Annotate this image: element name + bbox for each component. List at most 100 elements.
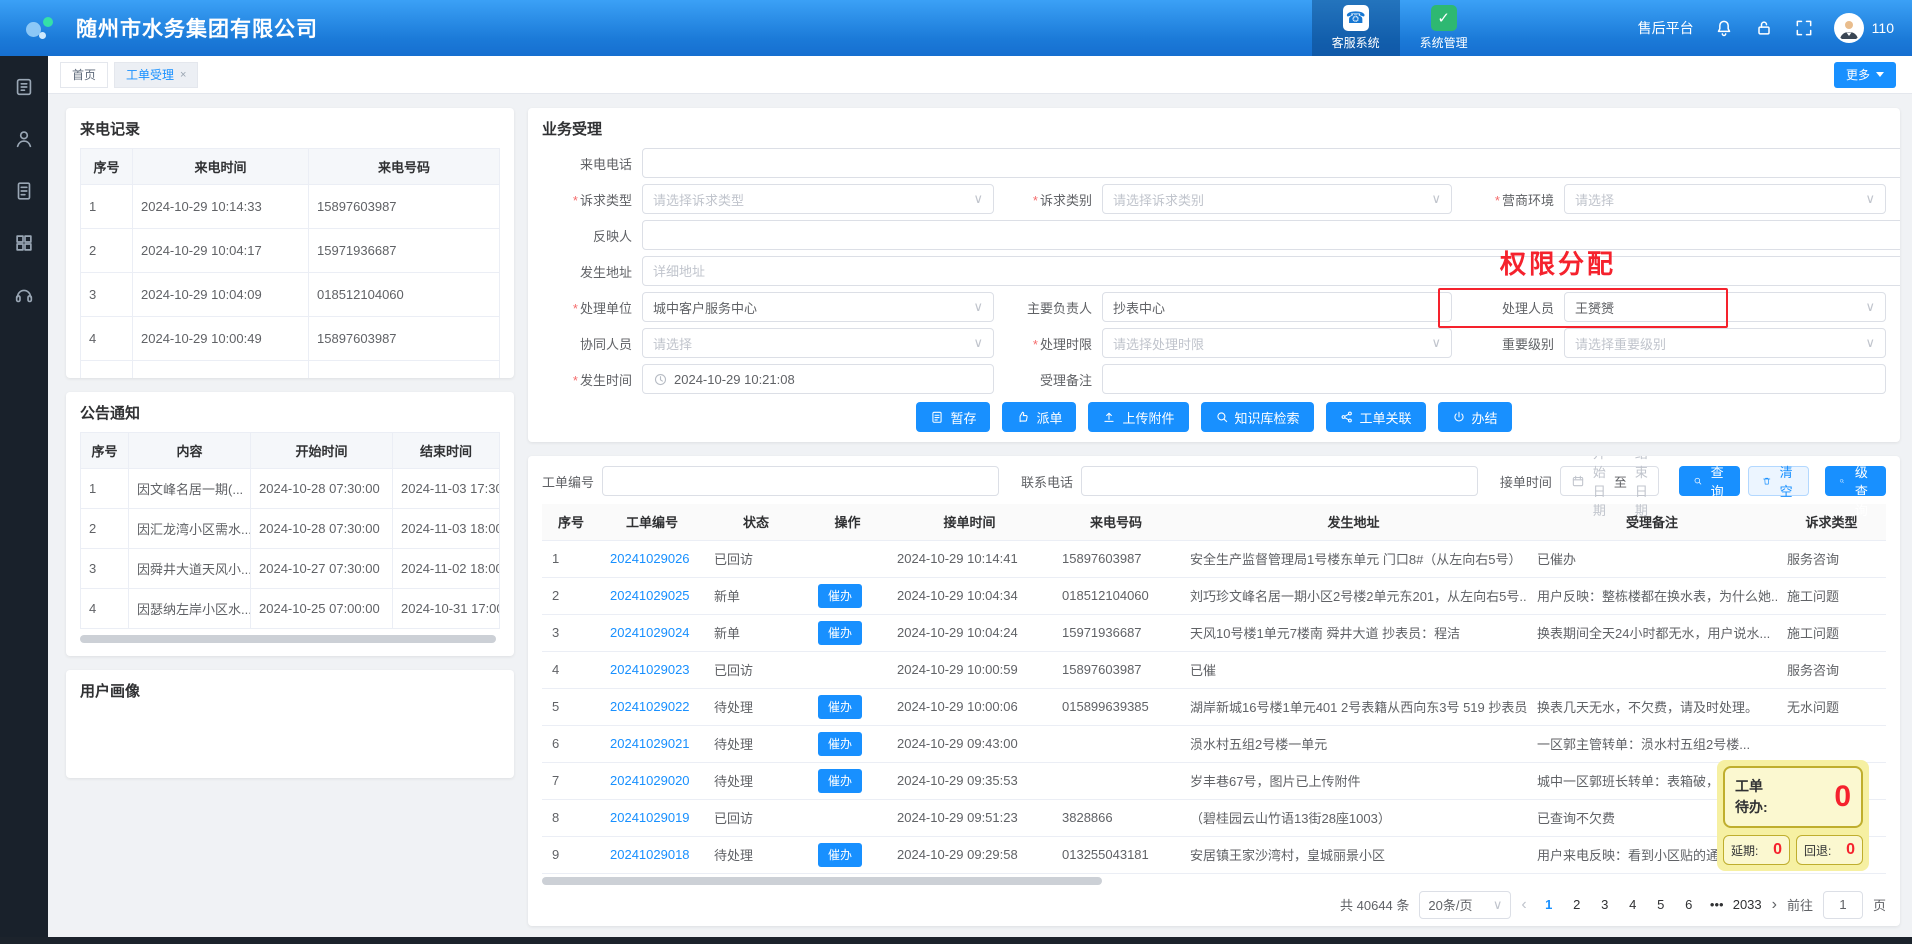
urge-button[interactable]: 催办	[818, 769, 862, 793]
chevron-down-icon: ∨	[1865, 191, 1875, 207]
clear-button[interactable]: 清空	[1748, 466, 1809, 496]
form-action-3-button[interactable]: 上传附件	[1088, 402, 1188, 432]
appeal-type-select[interactable]: 请选择诉求类型∨	[642, 184, 994, 214]
field-label: 受理备注	[994, 370, 1102, 389]
page-number[interactable]: 6	[1677, 897, 1701, 912]
fullscreen-icon[interactable]	[1794, 18, 1814, 38]
lock-icon[interactable]	[1754, 18, 1774, 38]
address-input[interactable]	[642, 256, 1900, 286]
page-number[interactable]: 2033	[1733, 897, 1762, 912]
handler-select[interactable]: 王赟赟∨	[1564, 292, 1886, 322]
page-number[interactable]: 4	[1621, 897, 1645, 912]
app-tile-customer-service[interactable]: ☎ 客服系统	[1312, 0, 1400, 56]
report-icon[interactable]	[13, 76, 35, 98]
date-range-picker[interactable]: 开始日期 至 结束日期	[1560, 466, 1659, 496]
order-no-cell: 20241029019	[600, 799, 704, 836]
call-record-row[interactable]: 22024-10-29 10:04:1715971936687	[81, 229, 500, 273]
urge-button[interactable]: 催办	[818, 732, 862, 756]
time-limit-select[interactable]: 请选择处理时限∨	[1102, 328, 1452, 358]
handle-unit-select[interactable]: 城中客户服务中心∨	[642, 292, 994, 322]
phone-search-input[interactable]	[1081, 466, 1478, 496]
page-number[interactable]: 3	[1593, 897, 1617, 912]
call-record-row[interactable]: 52024-10-29 09:59:50015899639385	[81, 361, 500, 379]
order-no-search-input[interactable]	[602, 466, 999, 496]
announcement-row[interactable]: 4因瑟纳左岸小区水...2024-10-25 07:00:002024-10-3…	[81, 589, 500, 629]
urge-button[interactable]: 催办	[818, 584, 862, 608]
co-worker-select[interactable]: 请选择∨	[642, 328, 994, 358]
appeal-type-cell: 服务咨询	[1777, 651, 1886, 688]
order-no-link[interactable]: 20241029022	[610, 699, 690, 714]
bell-icon[interactable]	[1714, 18, 1734, 38]
todo-count-box[interactable]: 工单待办: 0	[1723, 766, 1863, 828]
page-number[interactable]: •••	[1705, 897, 1729, 912]
field-label: *发生时间	[542, 370, 642, 389]
tab-home[interactable]: 首页	[60, 62, 108, 88]
form-action-4-button[interactable]: 知识库检索	[1201, 402, 1314, 432]
page-unit: 页	[1873, 895, 1886, 914]
order-no-link[interactable]: 20241029025	[610, 588, 690, 603]
headset-icon[interactable]	[13, 284, 35, 306]
chevron-down-icon: ∨	[1493, 897, 1503, 913]
order-no-link[interactable]: 20241029021	[610, 736, 690, 751]
return-count-box[interactable]: 回退: 0	[1796, 835, 1863, 865]
required-star: *	[1033, 193, 1038, 208]
order-no-link[interactable]: 20241029026	[610, 551, 690, 566]
next-page-arrow[interactable]: ›	[1772, 896, 1777, 914]
column-header: 操作	[808, 504, 887, 540]
order-no-link[interactable]: 20241029023	[610, 662, 690, 677]
aftersales-platform-link[interactable]: 售后平台	[1638, 18, 1694, 38]
document-icon[interactable]	[13, 180, 35, 202]
order-no-cell: 20241029024	[600, 614, 704, 651]
cell: 2024-10-25 07:00:00	[251, 589, 393, 629]
grid-icon[interactable]	[13, 232, 35, 254]
announcement-row[interactable]: 2因汇龙湾小区需水...2024-10-28 07:30:002024-11-0…	[81, 509, 500, 549]
call-record-row[interactable]: 12024-10-29 10:14:3315897603987	[81, 185, 500, 229]
call-record-row[interactable]: 32024-10-29 10:04:09018512104060	[81, 273, 500, 317]
remark-input[interactable]	[1102, 364, 1886, 394]
urge-button[interactable]: 催办	[818, 621, 862, 645]
more-button[interactable]: 更多	[1834, 62, 1896, 88]
business-env-select[interactable]: 请选择∨	[1564, 184, 1886, 214]
cell: 2024-10-29 10:14:33	[133, 185, 309, 229]
form-action-6-button[interactable]: 办结	[1438, 402, 1512, 432]
page-number[interactable]: 2	[1565, 897, 1589, 912]
reporter-input[interactable]	[642, 220, 1900, 250]
status-cell: 已回访	[704, 651, 808, 688]
page-number[interactable]: 5	[1649, 897, 1673, 912]
occur-time-picker[interactable]: 2024-10-29 10:21:08	[642, 364, 994, 394]
call-record-row[interactable]: 42024-10-29 10:00:4915897603987	[81, 317, 500, 361]
seq-cell: 6	[542, 725, 600, 762]
announcement-row[interactable]: 3因舜井大道天风小...2024-10-27 07:30:002024-11-0…	[81, 549, 500, 589]
chief-input[interactable]: 抄表中心	[1102, 292, 1452, 322]
app-switcher: ☎ 客服系统 ✓ 系统管理	[1312, 0, 1488, 56]
page-number[interactable]: 1	[1537, 897, 1561, 912]
announcement-row[interactable]: 1因文峰名居一期(...2024-10-28 07:30:002024-11-0…	[81, 469, 500, 509]
order-no-link[interactable]: 20241029019	[610, 810, 690, 825]
order-no-link[interactable]: 20241029018	[610, 847, 690, 862]
user-avatar[interactable]	[1834, 13, 1864, 43]
call-phone-input[interactable]	[642, 148, 1900, 178]
prev-page-arrow[interactable]: ‹	[1521, 896, 1526, 914]
close-icon[interactable]: ×	[180, 69, 186, 81]
user-icon[interactable]	[13, 128, 35, 150]
horizontal-scrollbar[interactable]	[80, 635, 496, 643]
delay-count-box[interactable]: 延期: 0	[1723, 835, 1790, 865]
horizontal-scrollbar[interactable]	[542, 877, 1102, 885]
order-no-link[interactable]: 20241029024	[610, 625, 690, 640]
urge-button[interactable]: 催办	[818, 695, 862, 719]
query-button[interactable]: 查询	[1679, 466, 1740, 496]
order-no-link[interactable]: 20241029020	[610, 773, 690, 788]
app-tile-system-admin[interactable]: ✓ 系统管理	[1400, 0, 1488, 56]
form-action-2-button[interactable]: 派单	[1002, 402, 1076, 432]
advanced-query-button[interactable]: 高级查询	[1825, 466, 1886, 496]
urge-button[interactable]: 催办	[818, 843, 862, 867]
form-action-5-button[interactable]: 工单关联	[1326, 402, 1426, 432]
goto-page-input[interactable]	[1823, 891, 1863, 919]
caller-phone-cell: 15971936687	[1052, 614, 1180, 651]
accept-time-cell: 2024-10-29 09:43:00	[887, 725, 1052, 762]
tab-work-order[interactable]: 工单受理 ×	[114, 62, 198, 88]
importance-select[interactable]: 请选择重要级别∨	[1564, 328, 1886, 358]
appeal-category-select[interactable]: 请选择诉求类别∨	[1102, 184, 1452, 214]
page-size-select[interactable]: 20条/页∨	[1419, 891, 1511, 919]
form-action-1-button[interactable]: 暂存	[916, 402, 990, 432]
